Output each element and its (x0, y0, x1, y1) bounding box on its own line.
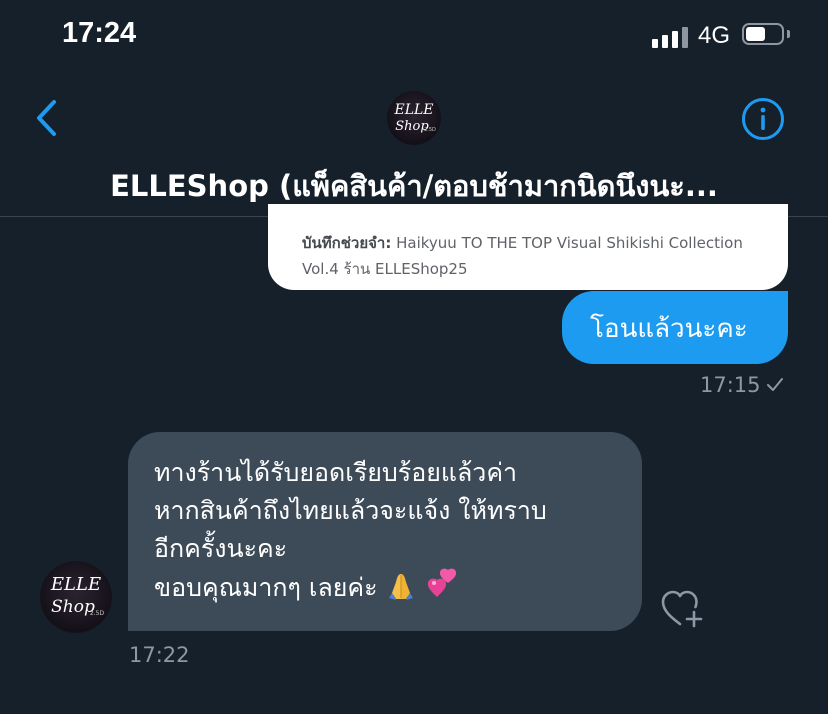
add-reaction-button[interactable] (660, 588, 706, 630)
back-button[interactable] (30, 98, 64, 138)
battery-tip (787, 30, 790, 38)
note-preview-card[interactable]: บันทึกช่วยจำ: Haikyuu TO THE TOP Visual … (268, 204, 788, 290)
note-text-1: Haikyuu TO THE TOP Visual Shikishi Colle… (391, 234, 743, 252)
chat-title[interactable]: ELLEShop (แพ็คสินค้า/ตอบช้ามากนิดนึงนะ..… (40, 163, 788, 209)
svg-text:ELLE: ELLE (393, 102, 433, 118)
incoming-message-bubble[interactable]: ทางร้านได้รับยอดเรียบร้อยแล้วค่า หากสินค… (128, 432, 642, 631)
sender-avatar[interactable]: ELLE Shop 2.5D (40, 561, 112, 633)
signal-strength-icon (652, 26, 692, 48)
info-button[interactable] (741, 97, 785, 141)
incoming-message-last-line: ขอบคุณมากๆ เลยค่ะ (154, 568, 642, 607)
status-time: 17:24 (62, 17, 137, 49)
heart-plus-icon (661, 590, 703, 628)
note-line-1: บันทึกช่วยจำ: Haikyuu TO THE TOP Visual … (302, 230, 788, 256)
svg-text:2.5D: 2.5D (424, 127, 436, 133)
chevron-left-icon (37, 100, 56, 136)
svg-text:ELLE: ELLE (50, 574, 101, 595)
battery-icon (742, 23, 784, 45)
network-type: 4G (698, 22, 731, 49)
note-label: บันทึกช่วยจำ: (302, 234, 392, 252)
incoming-message-line: อีกครั้งนะคะ (154, 534, 288, 563)
incoming-message-text: ขอบคุณมากๆ เลยค่ะ (154, 573, 378, 602)
incoming-message-line: ทางร้านได้รับยอดเรียบร้อยแล้วค่า (154, 458, 518, 487)
info-circle-icon (742, 98, 784, 140)
outgoing-message-bubble[interactable]: โอนแล้วนะคะ (562, 291, 788, 364)
header-avatar[interactable]: ELLE Shop 2.5D (387, 91, 441, 145)
shop-logo: ELLE Shop 2.5D (50, 574, 105, 617)
shop-logo: ELLE Shop 2.5D (393, 102, 436, 134)
two-hearts-emoji (427, 568, 456, 597)
note-line-2: Vol.4 ร้าน ELLEShop25 (302, 260, 468, 278)
svg-text:2.5D: 2.5D (90, 610, 105, 617)
battery-level (746, 27, 765, 41)
svg-text:Shop: Shop (51, 597, 95, 617)
folded-hands-emoji (388, 574, 413, 600)
outgoing-message-time: 17:15 (700, 373, 761, 397)
incoming-message-line: หากสินค้าถึงไทยแล้วจะแจ้ง ให้ทราบ (154, 496, 547, 525)
check-icon (767, 378, 783, 391)
incoming-message-time: 17:22 (129, 643, 190, 667)
